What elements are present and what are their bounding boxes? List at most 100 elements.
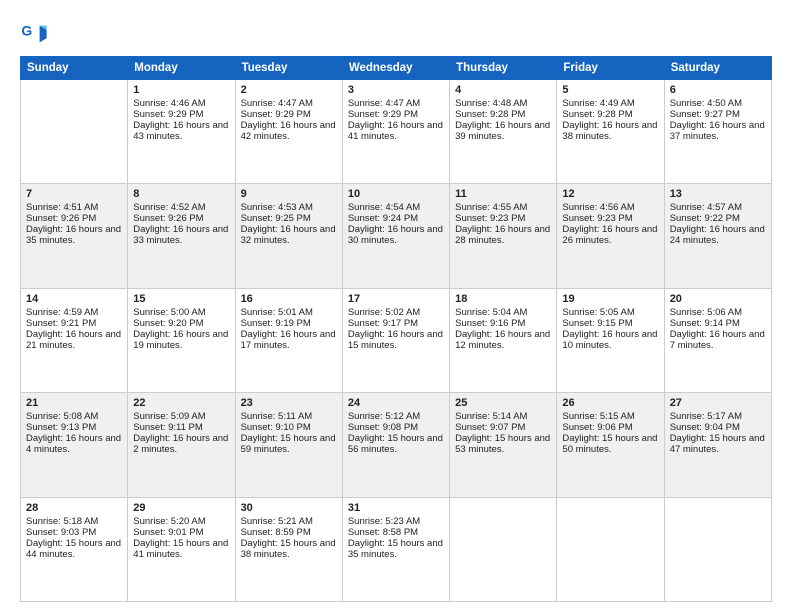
daylight: Daylight: 16 hours and 12 minutes. (455, 329, 550, 351)
sunset: Sunset: 9:13 PM (26, 422, 96, 433)
daylight: Daylight: 16 hours and 21 minutes. (26, 329, 121, 351)
svg-text:G: G (21, 22, 32, 38)
calendar-cell: 14Sunrise: 4:59 AMSunset: 9:21 PMDayligh… (21, 288, 128, 392)
sunset: Sunset: 9:01 PM (133, 527, 203, 538)
calendar-cell: 26Sunrise: 5:15 AMSunset: 9:06 PMDayligh… (557, 393, 664, 497)
calendar-cell: 17 Sunrise: 5:02 AMSunset: 9:17 PMDayligh… (342, 288, 449, 392)
sunrise: Sunrise: 4:48 AM (455, 98, 527, 109)
calendar-cell: 3Sunrise: 4:47 AMSunset: 9:29 PMDaylight… (342, 80, 449, 184)
calendar-cell: 1Sunrise: 4:46 AMSunset: 9:29 PMDaylight… (128, 80, 235, 184)
sunrise: Sunrise: 5:21 AM (241, 516, 313, 527)
day-number: 17 (348, 293, 444, 305)
sunrise: Sunrise: 4:53 AM (241, 202, 313, 213)
sunset: Sunset: 9:26 PM (26, 213, 96, 224)
sunset: Sunset: 9:28 PM (455, 109, 525, 120)
sunset: Sunset: 9:24 PM (348, 213, 418, 224)
daylight: Daylight: 16 hours and 28 minutes. (455, 224, 550, 246)
header-day: Tuesday (235, 57, 342, 80)
sunrise: Sunrise: 5:06 AM (670, 307, 742, 318)
sunset: Sunset: 9:14 PM (670, 318, 740, 329)
header-day: Sunday (21, 57, 128, 80)
daylight: Daylight: 15 hours and 50 minutes. (562, 433, 657, 455)
header-day: Wednesday (342, 57, 449, 80)
sunset: Sunset: 9:26 PM (133, 213, 203, 224)
sunrise: Sunrise: 4:55 AM (455, 202, 527, 213)
day-number: 10 (348, 188, 444, 200)
daylight: Daylight: 15 hours and 41 minutes. (133, 538, 228, 560)
day-number: 20 (670, 293, 766, 305)
calendar-cell: 19Sunrise: 5:05 AMSunset: 9:15 PMDayligh… (557, 288, 664, 392)
daylight: Daylight: 16 hours and 42 minutes. (241, 120, 336, 142)
daylight: Daylight: 16 hours and 24 minutes. (670, 224, 765, 246)
sunset: Sunset: 9:23 PM (562, 213, 632, 224)
calendar-cell: 29Sunrise: 5:20 AMSunset: 9:01 PMDayligh… (128, 497, 235, 601)
day-number: 31 (348, 502, 444, 514)
header-day: Monday (128, 57, 235, 80)
header-row: SundayMondayTuesdayWednesdayThursdayFrid… (21, 57, 772, 80)
sunset: Sunset: 9:25 PM (241, 213, 311, 224)
sunset: Sunset: 9:10 PM (241, 422, 311, 433)
calendar-week: 7Sunrise: 4:51 AMSunset: 9:26 PMDaylight… (21, 184, 772, 288)
sunset: Sunset: 9:23 PM (455, 213, 525, 224)
sunrise: Sunrise: 4:50 AM (670, 98, 742, 109)
calendar-cell: 4Sunrise: 4:48 AMSunset: 9:28 PMDaylight… (450, 80, 557, 184)
calendar-cell: 5Sunrise: 4:49 AMSunset: 9:28 PMDaylight… (557, 80, 664, 184)
day-number: 5 (562, 84, 658, 96)
calendar-cell: 8Sunrise: 4:52 AMSunset: 9:26 PMDaylight… (128, 184, 235, 288)
day-number: 19 (562, 293, 658, 305)
calendar-cell: 11Sunrise: 4:55 AMSunset: 9:23 PMDayligh… (450, 184, 557, 288)
sunset: Sunset: 9:06 PM (562, 422, 632, 433)
day-number: 22 (133, 397, 229, 409)
daylight: Daylight: 16 hours and 7 minutes. (670, 329, 765, 351)
day-number: 2 (241, 84, 337, 96)
calendar-cell: 31Sunrise: 5:23 AMSunset: 8:58 PMDayligh… (342, 497, 449, 601)
day-number: 13 (670, 188, 766, 200)
sunset: Sunset: 9:27 PM (670, 109, 740, 120)
calendar-cell: 28Sunrise: 5:18 AMSunset: 9:03 PMDayligh… (21, 497, 128, 601)
sunset: Sunset: 9:22 PM (670, 213, 740, 224)
sunrise: Sunrise: 4:47 AM (348, 98, 420, 109)
sunrise: Sunrise: 5:02 AM (348, 307, 420, 318)
day-number: 15 (133, 293, 229, 305)
sunrise: Sunrise: 5:12 AM (348, 411, 420, 422)
day-number: 16 (241, 293, 337, 305)
calendar-cell: 24Sunrise: 5:12 AMSunset: 9:08 PMDayligh… (342, 393, 449, 497)
calendar-cell: 15Sunrise: 5:00 AMSunset: 9:20 PMDayligh… (128, 288, 235, 392)
calendar-cell (664, 497, 771, 601)
day-number: 25 (455, 397, 551, 409)
daylight: Daylight: 16 hours and 33 minutes. (133, 224, 228, 246)
sunrise: Sunrise: 5:23 AM (348, 516, 420, 527)
daylight: Daylight: 16 hours and 19 minutes. (133, 329, 228, 351)
daylight: Daylight: 16 hours and 15 minutes. (348, 329, 443, 351)
sunrise: Sunrise: 4:51 AM (26, 202, 98, 213)
calendar-cell: 25Sunrise: 5:14 AMSunset: 9:07 PMDayligh… (450, 393, 557, 497)
calendar-week: 1Sunrise: 4:46 AMSunset: 9:29 PMDaylight… (21, 80, 772, 184)
logo: G (20, 20, 52, 48)
daylight: Daylight: 16 hours and 10 minutes. (562, 329, 657, 351)
sunset: Sunset: 9:28 PM (562, 109, 632, 120)
sunrise: Sunrise: 5:11 AM (241, 411, 313, 422)
sunrise: Sunrise: 5:17 AM (670, 411, 742, 422)
sunrise: Sunrise: 5:14 AM (455, 411, 527, 422)
calendar-cell: 12Sunrise: 4:56 AMSunset: 9:23 PMDayligh… (557, 184, 664, 288)
daylight: Daylight: 15 hours and 53 minutes. (455, 433, 550, 455)
daylight: Daylight: 16 hours and 41 minutes. (348, 120, 443, 142)
header-day: Saturday (664, 57, 771, 80)
calendar-cell: 9Sunrise: 4:53 AMSunset: 9:25 PMDaylight… (235, 184, 342, 288)
sunrise: Sunrise: 5:09 AM (133, 411, 205, 422)
calendar-cell: 20 Sunrise: 5:06 AMSunset: 9:14 PMDayligh… (664, 288, 771, 392)
sunset: Sunset: 9:17 PM (348, 318, 418, 329)
sunrise: Sunrise: 5:18 AM (26, 516, 98, 527)
sunrise: Sunrise: 4:56 AM (562, 202, 634, 213)
calendar-cell: 30Sunrise: 5:21 AMSunset: 8:59 PMDayligh… (235, 497, 342, 601)
daylight: Daylight: 16 hours and 39 minutes. (455, 120, 550, 142)
sunrise: Sunrise: 4:59 AM (26, 307, 98, 318)
daylight: Daylight: 16 hours and 17 minutes. (241, 329, 336, 351)
daylight: Daylight: 16 hours and 43 minutes. (133, 120, 228, 142)
calendar-cell: 23Sunrise: 5:11 AMSunset: 9:10 PMDayligh… (235, 393, 342, 497)
daylight: Daylight: 15 hours and 35 minutes. (348, 538, 443, 560)
sunrise: Sunrise: 5:15 AM (562, 411, 634, 422)
daylight: Daylight: 16 hours and 35 minutes. (26, 224, 121, 246)
calendar-cell (557, 497, 664, 601)
calendar-cell: 18Sunrise: 5:04 AMSunset: 9:16 PMDayligh… (450, 288, 557, 392)
